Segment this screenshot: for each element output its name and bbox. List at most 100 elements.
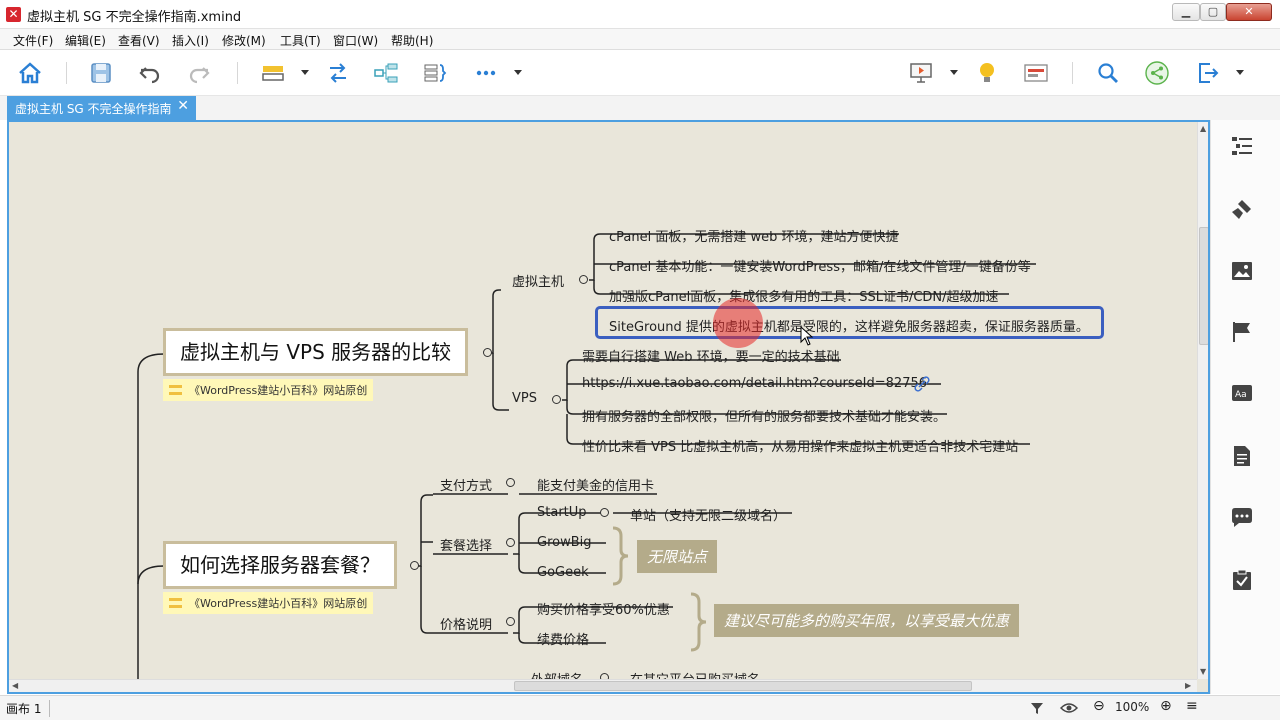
- branch-vps[interactable]: VPS: [512, 391, 537, 406]
- label-original[interactable]: 《WordPress建站小百科》网站原创: [163, 592, 374, 614]
- topic-comparison[interactable]: 虚拟主机与 VPS 服务器的比较: [163, 328, 469, 376]
- branch-plans[interactable]: 套餐选择: [440, 535, 492, 554]
- subtopic-item[interactable]: 性价比来看 VPS 比虚拟主机高，从易用操作来虚拟主机更适合非技术宅建站: [582, 436, 1018, 455]
- branch-price[interactable]: 价格说明: [440, 614, 492, 633]
- more-icon[interactable]: [473, 60, 499, 86]
- save-icon[interactable]: [88, 60, 114, 86]
- tab-bar: 虚拟主机 SG 不完全操作指南 ✕: [0, 96, 1280, 120]
- subtopic-item[interactable]: cPanel 面板，无需搭建 web 环境，建站方便快捷: [609, 226, 899, 245]
- search-icon[interactable]: [1095, 60, 1121, 86]
- scroll-right-icon[interactable]: ▶: [1185, 681, 1191, 690]
- filter-icon[interactable]: [1030, 701, 1044, 715]
- tab-document[interactable]: 虚拟主机 SG 不完全操作指南 ✕: [7, 96, 196, 120]
- export-icon[interactable]: [1195, 60, 1221, 86]
- subtopic-item[interactable]: 需要自行搭建 Web 环境，要一定的技术基础: [582, 346, 840, 365]
- summary-icon[interactable]: [422, 60, 448, 86]
- collapse-toggle[interactable]: [506, 538, 515, 547]
- collapse-toggle[interactable]: [483, 348, 492, 357]
- label-text: 《WordPress建站小百科》网站原创: [189, 597, 368, 610]
- export-dropdown-icon[interactable]: [1236, 70, 1244, 75]
- menu-edit[interactable]: 编辑(E): [65, 32, 106, 49]
- image-icon[interactable]: [1230, 259, 1254, 283]
- horizontal-scrollbar[interactable]: ◀ ▶: [9, 679, 1197, 692]
- collapse-toggle[interactable]: [600, 508, 609, 517]
- collapse-toggle[interactable]: [579, 275, 588, 284]
- text-style-icon[interactable]: Aa: [1230, 382, 1254, 406]
- presentation-icon[interactable]: [908, 60, 934, 86]
- collapse-toggle[interactable]: [552, 395, 561, 404]
- plan-startup[interactable]: StartUp: [537, 505, 587, 520]
- redo-icon[interactable]: [186, 60, 212, 86]
- collapse-toggle[interactable]: [506, 617, 515, 626]
- menu-tools[interactable]: 工具(T): [280, 32, 321, 49]
- canvas-frame: 虚拟主机与 VPS 服务器的比较 《WordPress建站小百科》网站原创 虚拟…: [7, 120, 1210, 694]
- tab-close-icon[interactable]: ✕: [177, 98, 189, 114]
- hyperlink-icon[interactable]: [914, 376, 930, 392]
- topic-icon[interactable]: [260, 60, 286, 86]
- summary-unlimited-sites[interactable]: 无限站点: [637, 540, 718, 573]
- maximize-button[interactable]: ▢: [1200, 3, 1226, 21]
- menu-help[interactable]: 帮助(H): [391, 32, 433, 49]
- subtopic-item[interactable]: 加强版cPanel面板，集成很多有用的工具：SSL证书/CDN/超级加速: [609, 286, 999, 305]
- status-menu-icon[interactable]: ≡: [1186, 698, 1198, 714]
- subtopic-item[interactable]: cPanel 基本功能：一键安装WordPress，邮箱/在线文件管理/一键备份…: [609, 256, 1031, 275]
- menu-window[interactable]: 窗口(W): [333, 32, 378, 49]
- more-dropdown-icon[interactable]: [514, 70, 522, 75]
- zoom-out-icon[interactable]: ⊖: [1093, 698, 1105, 714]
- share-icon[interactable]: [1144, 60, 1170, 86]
- topic-choose-plan[interactable]: 如何选择服务器套餐？: [163, 541, 397, 589]
- zoom-level[interactable]: 100%: [1115, 700, 1149, 714]
- menu-insert[interactable]: 插入(I): [172, 32, 209, 49]
- horizontal-scroll-thumb[interactable]: [514, 681, 972, 691]
- minimize-button[interactable]: ▁: [1172, 3, 1200, 21]
- collapse-toggle[interactable]: [410, 561, 419, 570]
- topic-dropdown-icon[interactable]: [301, 70, 309, 75]
- outline-icon[interactable]: [1230, 134, 1254, 158]
- scroll-down-icon[interactable]: ▼: [1200, 667, 1206, 676]
- vertical-scroll-thumb[interactable]: [1199, 227, 1208, 345]
- gantt-icon[interactable]: [1023, 60, 1049, 86]
- subtopic-item[interactable]: 购买价格享受60%优惠: [537, 599, 670, 618]
- toolbar-separator: [66, 62, 67, 84]
- label-icon: [169, 598, 182, 608]
- plan-gogeek[interactable]: GoGeek: [537, 565, 589, 580]
- branch-payment[interactable]: 支付方式: [440, 475, 492, 494]
- cursor-highlight: [713, 298, 763, 348]
- subtopic-item[interactable]: 能支付美金的信用卡: [537, 475, 654, 494]
- relationship-icon[interactable]: [325, 60, 351, 86]
- vertical-scrollbar[interactable]: ▲ ▼: [1197, 122, 1208, 679]
- notes-icon[interactable]: [1230, 444, 1254, 468]
- home-icon[interactable]: [17, 60, 43, 86]
- undo-icon[interactable]: [137, 60, 163, 86]
- branch-virtual-host[interactable]: 虚拟主机: [512, 271, 564, 290]
- window-title: 虚拟主机 SG 不完全操作指南.xmind: [27, 10, 242, 25]
- eye-icon[interactable]: [1060, 701, 1078, 715]
- collapse-toggle[interactable]: [506, 478, 515, 487]
- branch-domain-partial[interactable]: 外部域名: [531, 669, 583, 679]
- idea-icon[interactable]: [974, 60, 1000, 86]
- subtopic-item[interactable]: 单站（支持无限二级域名）: [630, 505, 786, 524]
- subtopic-item-selected[interactable]: SiteGround 提供的虚拟主机都是受限的，这样避免服务器超卖，保证服务器质…: [609, 316, 1089, 335]
- subtopic-item[interactable]: 拥有服务器的全部权限，但所有的服务都要技术基础才能安装。: [582, 406, 946, 425]
- task-icon[interactable]: [1230, 568, 1254, 592]
- mindmap-canvas[interactable]: 虚拟主机与 VPS 服务器的比较 《WordPress建站小百科》网站原创 虚拟…: [9, 122, 1197, 679]
- scroll-up-icon[interactable]: ▲: [1200, 124, 1206, 133]
- menu-modify[interactable]: 修改(M): [222, 32, 266, 49]
- scroll-left-icon[interactable]: ◀: [12, 681, 18, 690]
- format-brush-icon[interactable]: [1230, 197, 1254, 221]
- flag-marker-icon[interactable]: [1230, 320, 1254, 344]
- menu-view[interactable]: 查看(V): [118, 32, 160, 49]
- subtopic-item-partial[interactable]: 在其它平台已购买域名: [630, 669, 760, 679]
- close-button[interactable]: ✕: [1226, 3, 1272, 21]
- plan-growbig[interactable]: GrowBig: [537, 535, 592, 550]
- sheet-tab[interactable]: 画布 1: [6, 700, 51, 717]
- zoom-in-icon[interactable]: ⊕: [1160, 698, 1172, 714]
- structure-icon[interactable]: [373, 60, 399, 86]
- subtopic-item[interactable]: 续费价格: [537, 629, 589, 648]
- label-original[interactable]: 《WordPress建站小百科》网站原创: [163, 379, 374, 401]
- summary-buy-longer[interactable]: 建议尽可能多的购买年限，以享受最大优惠: [714, 604, 1020, 637]
- comment-icon[interactable]: [1230, 506, 1254, 530]
- presentation-dropdown-icon[interactable]: [950, 70, 958, 75]
- subtopic-link[interactable]: https://i.xue.taobao.com/detail.htm?cour…: [582, 376, 927, 391]
- menu-file[interactable]: 文件(F): [13, 32, 53, 49]
